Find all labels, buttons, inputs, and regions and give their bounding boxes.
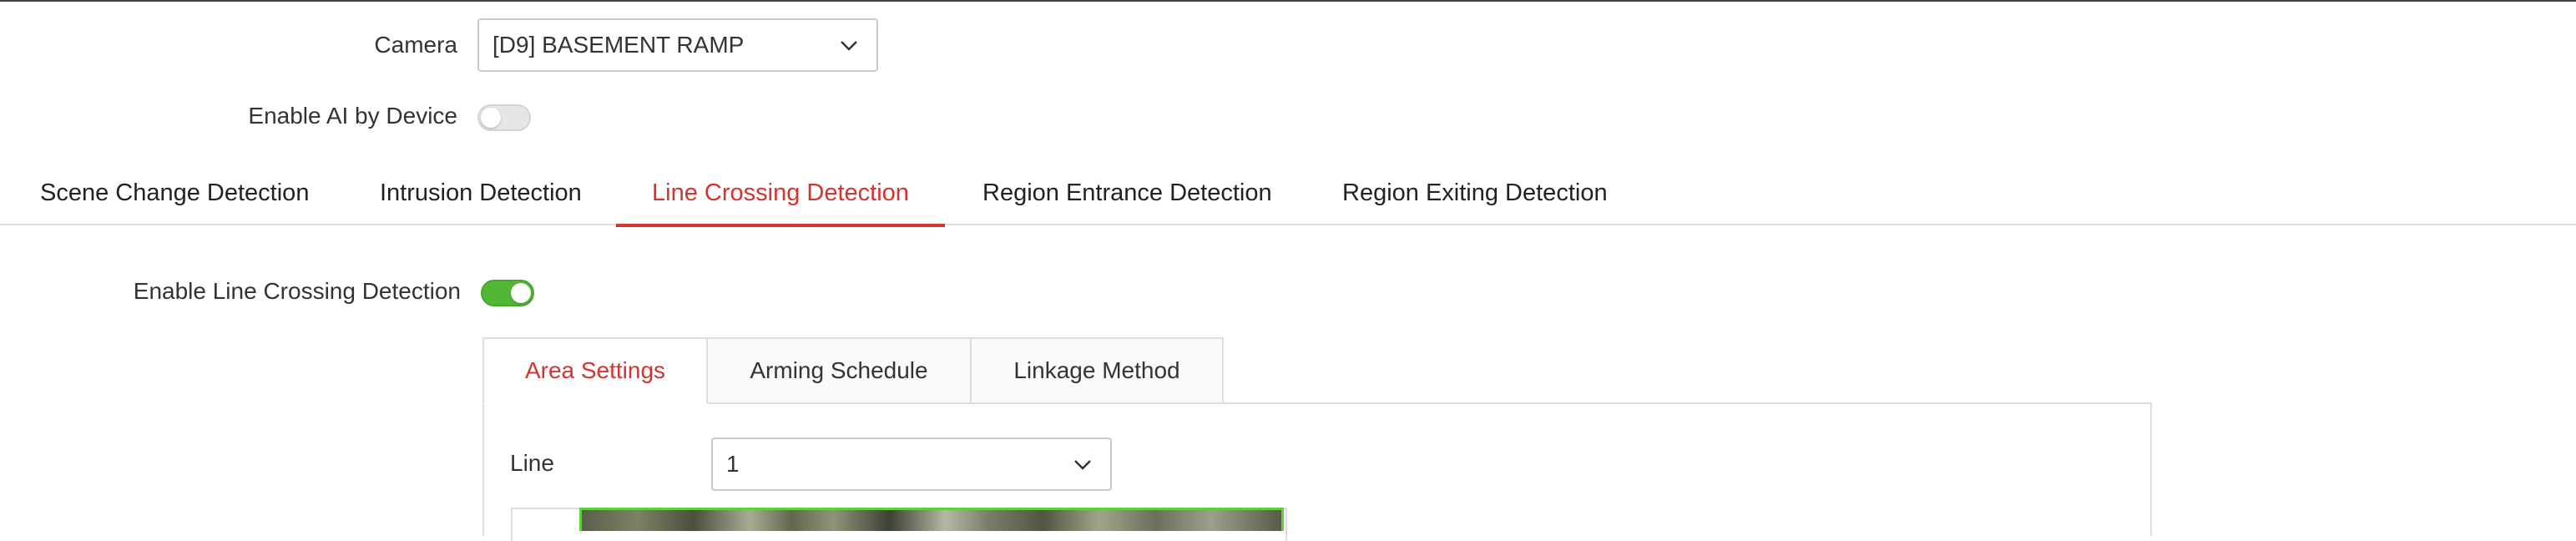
tab-region-entrance-detection[interactable]: Region Entrance Detection (982, 167, 1272, 225)
camera-label: Camera (374, 32, 457, 58)
line-select-value: 1 (726, 451, 740, 477)
toggle-knob (511, 283, 531, 303)
tab-area-settings[interactable]: Area Settings (482, 337, 708, 404)
camera-select[interactable]: [D9] BASEMENT RAMP (477, 18, 878, 72)
enable-ai-toggle[interactable] (477, 104, 531, 131)
tab-region-exiting-detection[interactable]: Region Exiting Detection (1342, 167, 1608, 225)
camera-select-value: [D9] BASEMENT RAMP (492, 32, 745, 58)
chevron-down-icon (1074, 460, 1091, 470)
top-border (0, 0, 2576, 2)
line-select[interactable]: 1 (711, 437, 1112, 491)
enable-line-crossing-toggle[interactable] (481, 280, 534, 306)
toggle-knob (481, 108, 501, 128)
chevron-down-icon (841, 41, 857, 51)
tab-line-crossing-detection[interactable]: Line Crossing Detection (616, 167, 945, 227)
enable-line-crossing-label: Enable Line Crossing Detection (133, 278, 461, 304)
tab-arming-schedule[interactable]: Arming Schedule (706, 337, 972, 404)
detection-tab-bar: Scene Change Detection Intrusion Detecti… (0, 167, 2576, 227)
tab-scene-change-detection[interactable]: Scene Change Detection (40, 167, 309, 225)
line-label: Line (510, 450, 554, 476)
enable-ai-label: Enable AI by Device (248, 103, 457, 129)
tab-intrusion-detection[interactable]: Intrusion Detection (380, 167, 582, 225)
camera-preview-image[interactable] (579, 508, 1284, 531)
tab-linkage-method[interactable]: Linkage Method (970, 337, 1224, 404)
